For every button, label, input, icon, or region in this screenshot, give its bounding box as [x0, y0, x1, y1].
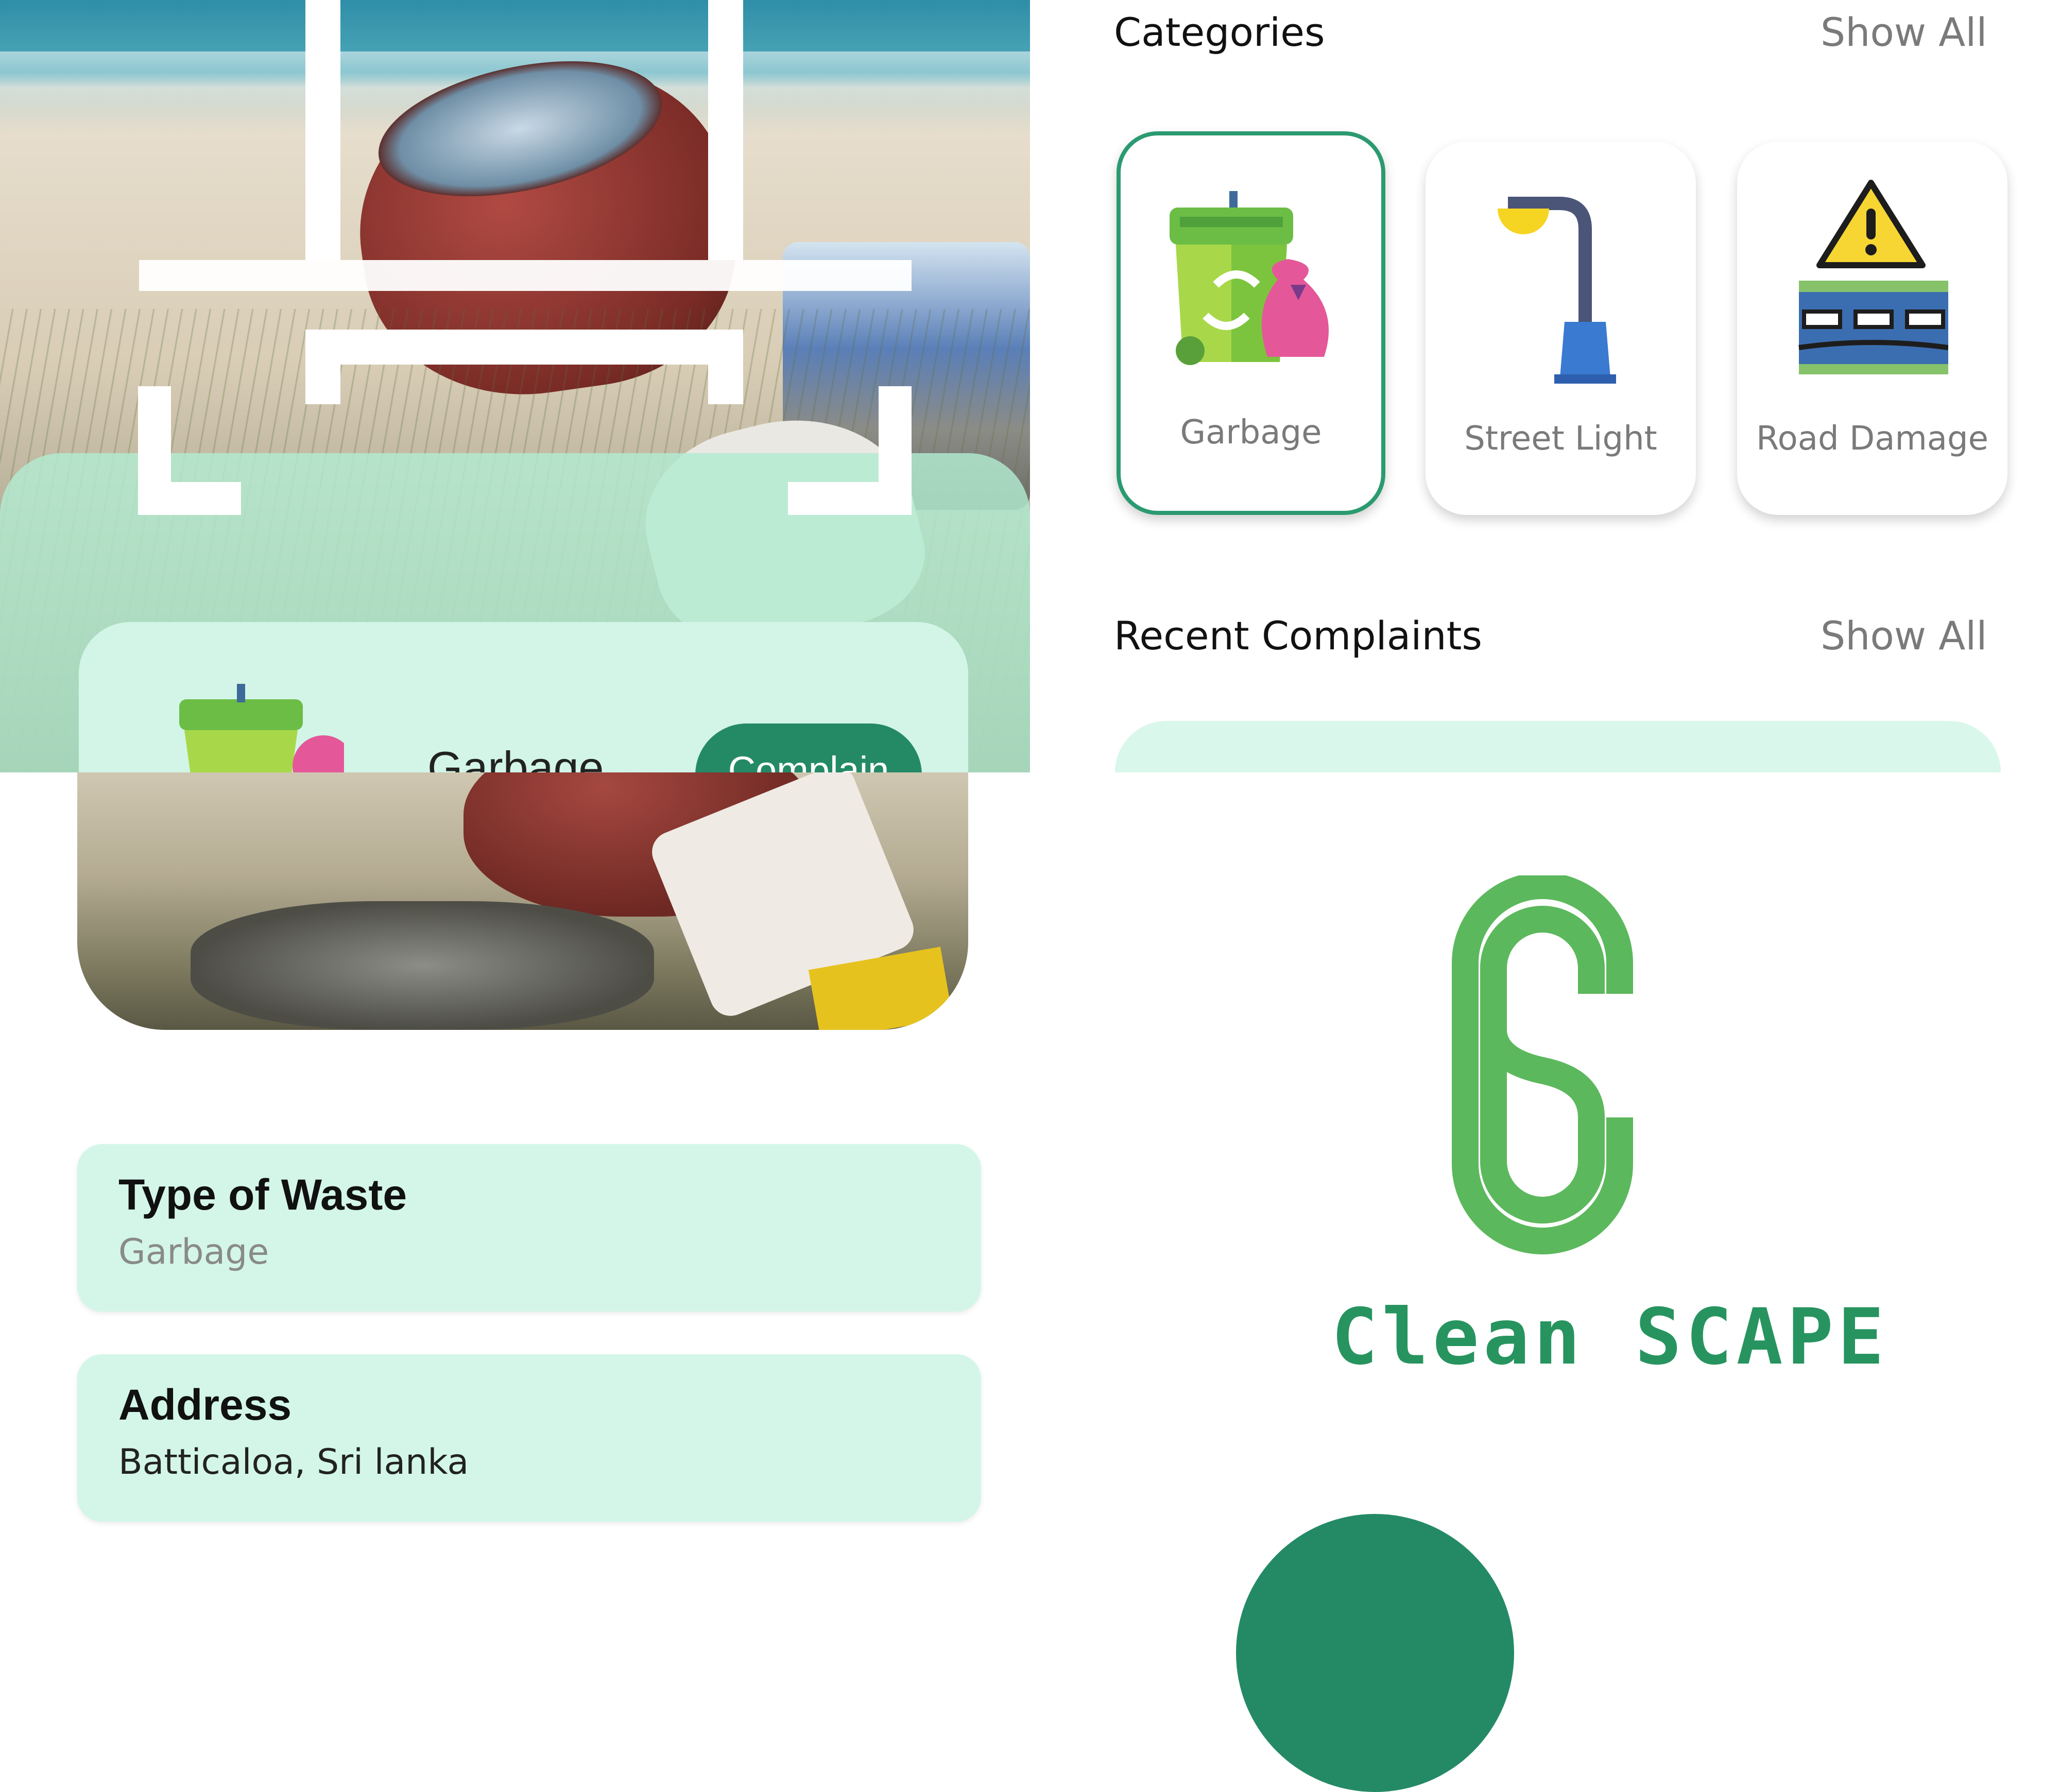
scan-frame-right-bar [708, 0, 743, 260]
get-started-circle-button[interactable] [1236, 1514, 1514, 1792]
recent-complaint-card[interactable] [1115, 721, 2001, 772]
scan-result-label: Garbage [427, 742, 604, 772]
address-field[interactable]: Address Batticaloa, Sri lanka [77, 1354, 981, 1522]
complaint-photo [77, 772, 968, 1030]
category-card-street-light[interactable]: Street Light [1426, 142, 1696, 515]
road-damage-icon [1798, 180, 1948, 374]
scan-frame-crossbar [139, 260, 912, 291]
complain-button[interactable]: Complain [695, 723, 922, 772]
category-card-road-damage[interactable]: Road Damage [1737, 142, 2007, 515]
categories-show-all-link[interactable]: Show All [1821, 9, 1987, 55]
garbage-bin-icon [179, 684, 344, 772]
scan-corner-bottom-right [788, 386, 912, 515]
categories-title: Categories [1114, 9, 1325, 55]
field-value: Batticaloa, Sri lanka [118, 1442, 469, 1483]
cleanscape-logo-icon [1452, 875, 1633, 1254]
type-of-waste-field[interactable]: Type of Waste Garbage [77, 1144, 981, 1312]
trash-pile [191, 901, 654, 1030]
street-light-icon [1498, 197, 1616, 384]
brand-name: Clean SCAPE [1331, 1293, 1889, 1382]
scan-corner-bottom-left [138, 386, 241, 515]
scan-frame-inner-bracket [305, 330, 743, 404]
category-label: Garbage [1180, 413, 1322, 452]
recent-complaints-title: Recent Complaints [1114, 613, 1483, 659]
field-value: Garbage [118, 1232, 269, 1272]
recent-complaints-show-all-link[interactable]: Show All [1821, 613, 1987, 659]
scan-screen: Garbage Complain [0, 0, 1030, 772]
garbage-bin-icon [1170, 191, 1329, 365]
category-label: Road Damage [1756, 420, 1988, 458]
category-card-garbage[interactable]: Garbage [1117, 131, 1385, 515]
field-label: Address [118, 1381, 292, 1429]
field-label: Type of Waste [118, 1170, 407, 1219]
home-screen: Categories Show All Garbage Street Light [1030, 0, 2060, 772]
scan-frame-left-bar [305, 0, 340, 260]
category-label: Street Light [1464, 420, 1657, 458]
